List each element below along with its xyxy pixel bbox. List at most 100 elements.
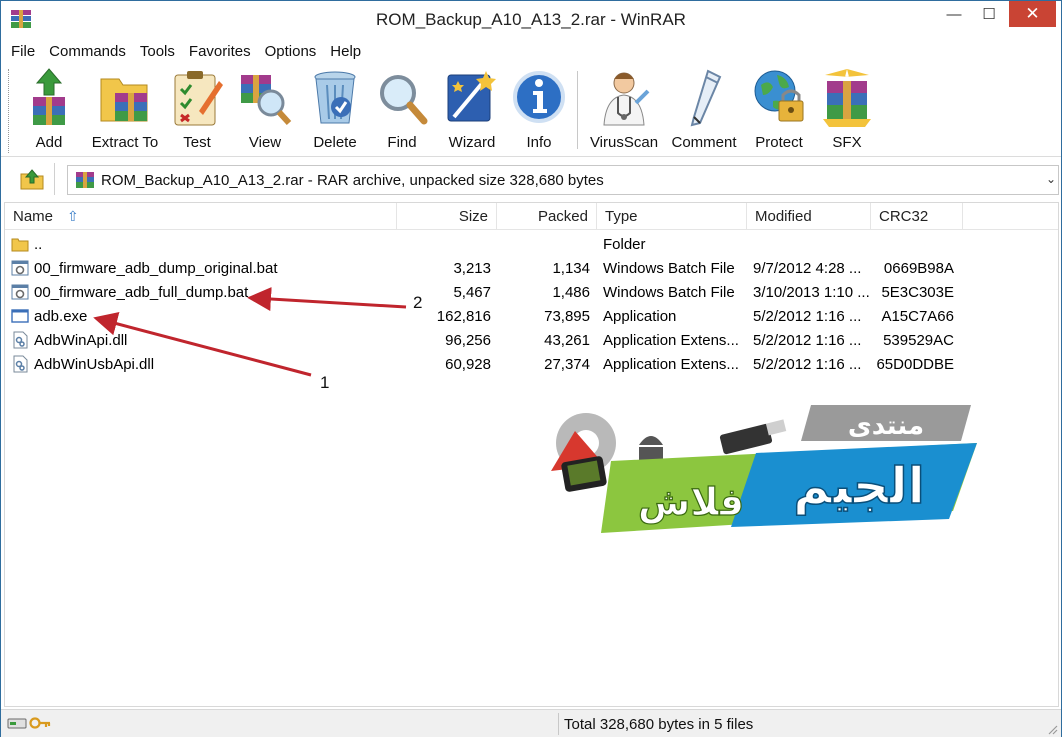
info-button[interactable]: Info xyxy=(511,67,567,153)
test-clipboard-icon xyxy=(174,71,223,126)
table-row[interactable]: 00_firmware_adb_full_dump.bat 5,467 1,48… xyxy=(5,280,1058,304)
comment-button[interactable]: Comment xyxy=(669,67,739,153)
column-header-name[interactable]: Name ⇧ xyxy=(5,203,397,230)
file-packed xyxy=(493,232,590,256)
test-button[interactable]: Test xyxy=(169,67,225,153)
add-button[interactable]: Add xyxy=(21,67,77,153)
column-header-packed[interactable]: Packed xyxy=(497,203,597,230)
protect-label: Protect xyxy=(755,134,803,151)
column-name-label: Name xyxy=(13,208,54,225)
file-packed: 43,261 xyxy=(544,331,590,349)
menu-options[interactable]: Options xyxy=(258,43,324,60)
usb-drive-icon xyxy=(719,419,787,455)
wizard-label: Wizard xyxy=(448,134,496,151)
sfx-box-icon xyxy=(823,69,871,127)
resize-grip-icon[interactable] xyxy=(1046,723,1058,735)
minimize-button[interactable]: — xyxy=(939,1,969,27)
file-name: 00_firmware_adb_full_dump.bat xyxy=(34,283,249,301)
extract-to-icon xyxy=(100,78,148,122)
file-name: 00_firmware_adb_dump_original.bat xyxy=(34,259,278,277)
file-packed: 1,134 xyxy=(552,259,590,277)
test-label: Test xyxy=(183,134,211,151)
file-type: Windows Batch File xyxy=(603,259,735,277)
wizard-wand-icon xyxy=(447,71,496,122)
file-modified: 5/2/2012 1:16 ... xyxy=(753,355,862,373)
toolbar: Add Extract To Test View Delete Find Wiz… xyxy=(1,63,1061,157)
column-packed-label: Packed xyxy=(537,208,588,225)
title-bar[interactable]: ROM_Backup_A10_A13_2.rar - WinRAR — ☐ ✕ xyxy=(1,1,1061,39)
wizard-button[interactable]: Wizard xyxy=(443,67,501,153)
extract-to-button[interactable]: Extract To xyxy=(87,67,163,153)
file-type: Application Extens... xyxy=(603,331,739,349)
table-row[interactable]: .. Folder xyxy=(5,232,1058,256)
key-icon[interactable] xyxy=(29,715,51,731)
column-header-modified[interactable]: Modified xyxy=(747,203,871,230)
file-type: Application xyxy=(603,307,677,325)
add-label: Add xyxy=(35,134,63,151)
file-name: AdbWinApi.dll xyxy=(34,331,128,349)
protect-button[interactable]: Protect xyxy=(747,67,811,153)
file-crc: 65D0DDBE xyxy=(876,355,954,373)
file-crc: A15C7A66 xyxy=(881,307,954,325)
column-size-label: Size xyxy=(458,208,488,225)
menu-commands[interactable]: Commands xyxy=(42,43,133,60)
menu-tools[interactable]: Tools xyxy=(133,43,182,60)
column-header-type[interactable]: Type xyxy=(597,203,747,230)
status-bar: Total 328,680 bytes in 5 files xyxy=(1,709,1061,737)
address-dropdown-icon[interactable]: ⌄ xyxy=(1046,172,1056,186)
file-crc: 0669B98A xyxy=(883,259,954,277)
batch-file-icon xyxy=(11,284,29,300)
address-text: ROM_Backup_A10_A13_2.rar - RAR archive, … xyxy=(101,171,604,189)
globe-lock-icon xyxy=(754,70,804,122)
drive-icon[interactable] xyxy=(7,715,27,731)
file-size: 96,256 xyxy=(445,331,491,349)
find-magnifier-icon xyxy=(380,75,428,125)
sort-ascending-icon: ⇧ xyxy=(67,208,79,224)
toolbar-grip[interactable] xyxy=(8,69,11,153)
file-name: adb.exe xyxy=(34,307,88,325)
up-one-level-button[interactable] xyxy=(9,163,55,195)
view-button[interactable]: View xyxy=(237,67,293,153)
folder-up-icon xyxy=(20,169,43,190)
file-crc: 5E3C303E xyxy=(881,283,954,301)
table-row[interactable]: adb.exe 162,816 73,895 Application 5/2/2… xyxy=(5,304,1058,328)
menu-help[interactable]: Help xyxy=(323,43,368,60)
file-modified: 9/7/2012 4:28 ... xyxy=(753,259,862,277)
virusscan-button[interactable]: VirusScan xyxy=(589,67,659,153)
table-row[interactable]: AdbWinUsbApi.dll 60,928 27,374 Applicati… xyxy=(5,352,1058,376)
maximize-button[interactable]: ☐ xyxy=(973,1,1005,27)
forum-logo-watermark: منتدى الجيم فلاش xyxy=(551,405,977,533)
view-magnifier-icon xyxy=(241,75,292,126)
dll-file-icon xyxy=(13,355,28,373)
delete-button[interactable]: Delete xyxy=(305,67,365,153)
file-size xyxy=(395,232,491,256)
pen-icon xyxy=(690,69,722,127)
dll-file-icon xyxy=(13,331,28,349)
info-icon xyxy=(513,71,565,123)
table-row[interactable]: 00_firmware_adb_dump_original.bat 3,213 … xyxy=(5,256,1058,280)
find-button[interactable]: Find xyxy=(374,67,430,153)
column-type-label: Type xyxy=(605,208,638,225)
file-size: 162,816 xyxy=(436,307,491,325)
add-archive-icon xyxy=(33,68,65,125)
menu-favorites[interactable]: Favorites xyxy=(182,43,258,60)
find-label: Find xyxy=(387,134,417,151)
file-modified: 5/2/2012 1:16 ... xyxy=(753,307,862,325)
android-robot-icon xyxy=(639,436,663,461)
status-divider xyxy=(558,713,559,735)
file-type: Application Extens... xyxy=(603,355,739,373)
menu-file[interactable]: File xyxy=(4,43,42,60)
annotation-label-1: 1 xyxy=(320,373,330,392)
table-row[interactable]: AdbWinApi.dll 96,256 43,261 Application … xyxy=(5,328,1058,352)
column-header-crc32[interactable]: CRC32 xyxy=(871,203,963,230)
virusscan-label: VirusScan xyxy=(589,134,659,151)
address-field[interactable]: ROM_Backup_A10_A13_2.rar - RAR archive, … xyxy=(67,165,1059,195)
file-name: AdbWinUsbApi.dll xyxy=(34,355,155,373)
menu-bar: File Commands Tools Favorites Options He… xyxy=(1,39,1061,63)
close-button[interactable]: ✕ xyxy=(1009,1,1056,27)
file-size: 3,213 xyxy=(453,259,491,277)
sfx-button[interactable]: SFX xyxy=(819,67,875,153)
toolbar-separator xyxy=(577,71,578,149)
column-header-size[interactable]: Size xyxy=(397,203,497,230)
trash-bin-icon xyxy=(314,71,356,124)
